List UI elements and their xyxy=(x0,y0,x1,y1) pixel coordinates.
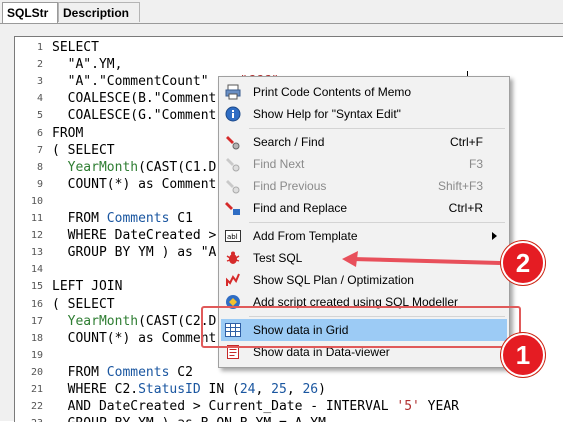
annotation-badge-1: 1 xyxy=(501,333,545,377)
annotation-arrow xyxy=(342,251,501,267)
annotation-badge-2: 2 xyxy=(501,241,545,285)
